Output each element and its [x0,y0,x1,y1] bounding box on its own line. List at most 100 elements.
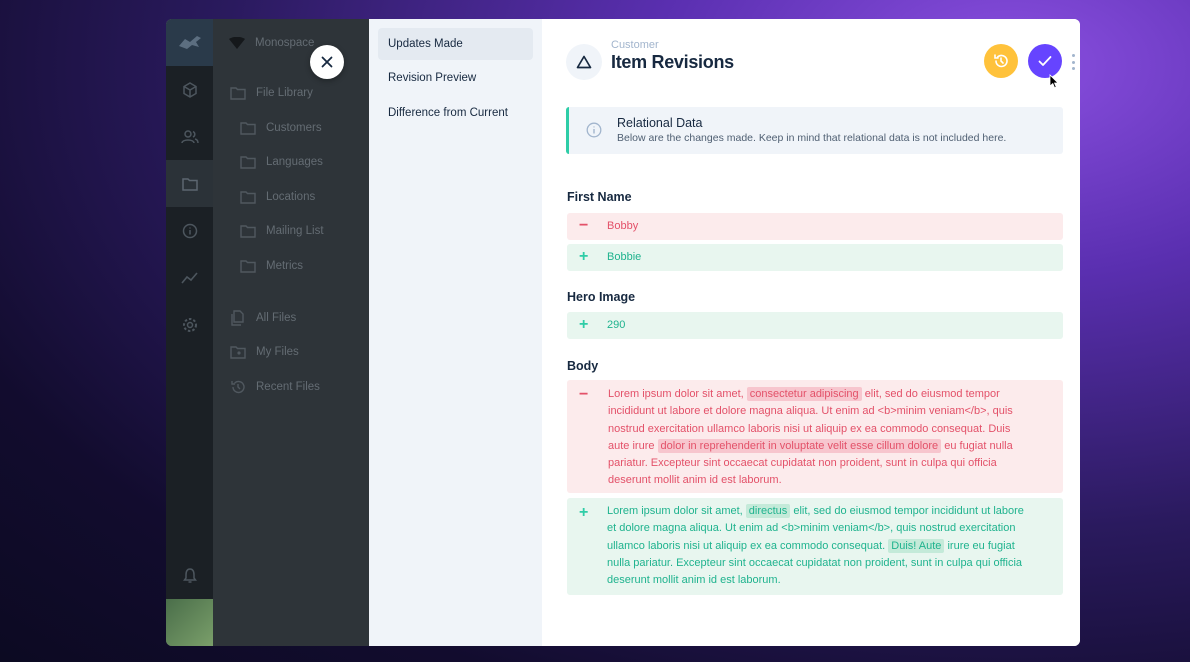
drawer-sidebar: Updates Made Revision Preview Difference… [369,19,542,646]
module-rail [166,19,213,646]
page-title: Item Revisions [611,52,734,72]
removed-highlight: consectetur adipiscing [746,387,862,401]
wifi-icon [229,37,245,49]
text-segment: ullamco laboris nisi ut aliquip ex ea co… [607,539,886,552]
diff-added-hero-image: + 290 [567,312,1063,339]
nav-item-my-files[interactable]: My Files [230,345,299,359]
insights-icon[interactable] [166,254,213,301]
files-icon [231,310,244,326]
nav-item-label: Customers [266,122,322,134]
text-segment: Lorem ipsum dolor sit amet, [608,388,744,400]
text-segment: Lorem ipsum dolor sit amet, [607,505,743,517]
added-highlight: Duis! Aute [888,538,945,553]
nav-item-label: Metrics [266,260,304,272]
nav-item-label: Recent Files [256,381,320,393]
settings-icon[interactable] [166,301,213,348]
users-icon[interactable] [166,113,213,160]
folder-user-icon [230,346,246,359]
text-segment: deserunt mollit anim id est laborum. [607,574,781,587]
navigation-panel: Monospace File Library Customers Languag… [213,19,369,646]
added-value: 290 [607,319,626,331]
nav-item-label: Mailing List [266,225,324,237]
close-button[interactable] [310,45,344,79]
removed-value: Bobby [607,220,639,232]
tab-revision-preview[interactable]: Revision Preview [378,62,533,94]
notice-title: Relational Data [617,116,703,130]
revert-button[interactable] [984,44,1018,78]
notice-relational-data: Relational Data Below are the changes ma… [566,107,1063,154]
text-segment: incididunt ut labore et dolore magna ali… [608,405,1013,418]
folder-icon [230,87,246,100]
plus-icon: + [579,504,589,521]
close-icon [321,56,333,68]
added-value: Bobbie [607,251,642,263]
text-segment: aute irure [608,439,655,452]
field-label-first-name: First Name [567,190,632,204]
text-segment: elit, sed do eiusmod tempor [864,388,1000,400]
project-header[interactable]: Monospace [229,37,314,49]
history-icon [994,54,1008,68]
plus-icon: + [579,248,589,265]
text-segment: deserunt mollit anim id est laborum. [608,474,782,487]
text-segment: eu fugiat nulla [944,439,1013,452]
added-body-text: Lorem ipsum dolor sit amet, directus eli… [607,503,1051,589]
folder-icon [240,225,256,238]
folder-icon [240,260,256,273]
header-icon [566,44,602,80]
folder-icon [240,122,256,135]
diff-added-first-name: + Bobbie [567,244,1063,271]
folder-icon [240,191,256,204]
triangle-icon [576,55,592,69]
nav-item-locations[interactable]: Locations [240,190,315,204]
added-highlight: directus [745,504,791,518]
cube-icon[interactable] [166,66,213,113]
app-window: Monospace File Library Customers Languag… [166,19,1080,646]
field-label-body: Body [567,359,599,373]
nav-item-label: All Files [256,312,297,324]
mouse-cursor-icon [1049,74,1059,89]
nav-item-label: File Library [256,87,313,99]
text-segment: et dolore magna aliqua. Ut enim ad <b>mi… [607,522,1016,535]
folder-icon [240,156,256,169]
diff-added-body: + Lorem ipsum dolor sit amet, directus e… [567,498,1063,595]
folder-icon[interactable] [166,160,213,207]
check-icon [1038,56,1052,66]
minus-icon: − [579,217,589,234]
nav-item-all-files[interactable]: All Files [230,310,296,326]
nav-item-label: My Files [256,346,299,358]
diff-removed-body: − Lorem ipsum dolor sit amet, consectetu… [567,380,1063,493]
removed-body-text: Lorem ipsum dolor sit amet, consectetur … [608,386,1051,490]
avatar[interactable] [166,599,213,646]
nav-item-languages[interactable]: Languages [240,155,323,169]
tab-updates-made[interactable]: Updates Made [378,28,533,60]
notifications-icon[interactable] [166,552,213,599]
drawer-main: Customer Item Revisions Relational Data … [542,19,1080,646]
nav-item-customers[interactable]: Customers [240,121,322,135]
info-circle-icon[interactable] [166,207,213,254]
text-segment: pariatur. Excepteur sint occaecat cupida… [608,457,997,470]
app-logo [166,19,213,66]
more-vertical-icon[interactable] [1070,54,1076,70]
nav-item-mailing-list[interactable]: Mailing List [240,224,324,238]
minus-icon: − [579,386,589,403]
diff-removed-first-name: − Bobby [567,213,1063,240]
nav-item-label: Locations [266,191,316,203]
done-button[interactable] [1028,44,1062,78]
text-segment: nulla pariatur. Excepteur sint occaecat … [607,556,1023,569]
history-icon [231,380,245,394]
nav-item-label: Languages [266,156,323,168]
text-segment: nostrud exercitation ullamco laboris nis… [608,422,1011,435]
tab-difference-from-current[interactable]: Difference from Current [378,97,533,129]
field-label-hero-image: Hero Image [567,290,636,304]
plus-icon: + [579,316,589,333]
removed-highlight: dolor in reprehenderit in voluptate veli… [657,438,942,453]
nav-item-recent-files[interactable]: Recent Files [230,379,320,395]
info-icon [586,122,602,138]
notice-text: Below are the changes made. Keep in mind… [617,132,1007,144]
page-subtitle: Customer [611,39,659,51]
project-name: Monospace [255,37,315,49]
nav-item-file-library[interactable]: File Library [230,86,313,100]
nav-item-metrics[interactable]: Metrics [240,259,303,273]
text-segment: irure eu fugiat [947,539,1015,552]
text-segment: elit, sed do eiusmod tempor incididunt u… [793,505,1024,517]
